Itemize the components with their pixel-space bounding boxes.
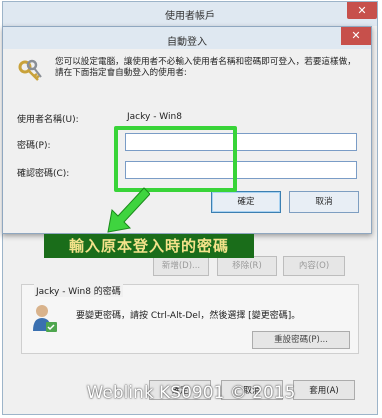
reset-password-button[interactable]: 重設密碼(P)...	[252, 331, 350, 349]
watermark-text: Weblink KS0901 © 2015	[86, 383, 296, 403]
password-hint: 要變更密碼，請按 Ctrl-Alt-Del，然後選擇 [變更密碼]。	[76, 311, 301, 321]
password-label: 密碼(P):	[17, 141, 51, 151]
add-user-button[interactable]: 新增(D)...	[153, 256, 209, 276]
confirm-password-label: 確認密碼(C):	[17, 169, 70, 179]
properties-button[interactable]: 內容(O)	[283, 256, 345, 276]
close-icon: ✕	[357, 4, 367, 17]
keys-icon	[17, 59, 43, 85]
username-value: Jacky - Win8	[127, 112, 182, 122]
dialog-cancel-button[interactable]: 取消	[289, 191, 359, 213]
outer-title-bar: 使用者帳戶 ✕	[3, 2, 377, 26]
password-group: Jacky - Win8 的密碼 要變更密碼，請按 Ctrl-Alt-Del，然…	[21, 284, 359, 354]
annotation-banner: 輸入原本登入時的密碼	[44, 234, 254, 258]
password-group-title: Jacky - Win8 的密碼	[34, 284, 123, 297]
dialog-title: 自動登入	[167, 37, 207, 48]
dialog-title-bar: 自動登入 ✕	[3, 27, 371, 49]
dialog-close-button[interactable]: ✕	[341, 27, 371, 45]
username-label: 使用者名稱(U):	[17, 115, 79, 125]
outer-close-button[interactable]: ✕	[347, 2, 377, 19]
outer-window-title: 使用者帳戶	[165, 11, 215, 22]
highlight-box	[114, 126, 237, 192]
dialog-description: 您可以設定電腦，讓使用者不必輸入使用者名稱和密碼即可登入，若要這樣做，請在下面指…	[55, 57, 356, 78]
user-icon	[32, 303, 58, 333]
remove-user-button[interactable]: 移除(R)	[217, 256, 277, 276]
arrow-icon	[104, 186, 151, 234]
close-icon: ✕	[351, 29, 361, 42]
dialog-ok-button[interactable]: 確定	[211, 191, 281, 213]
